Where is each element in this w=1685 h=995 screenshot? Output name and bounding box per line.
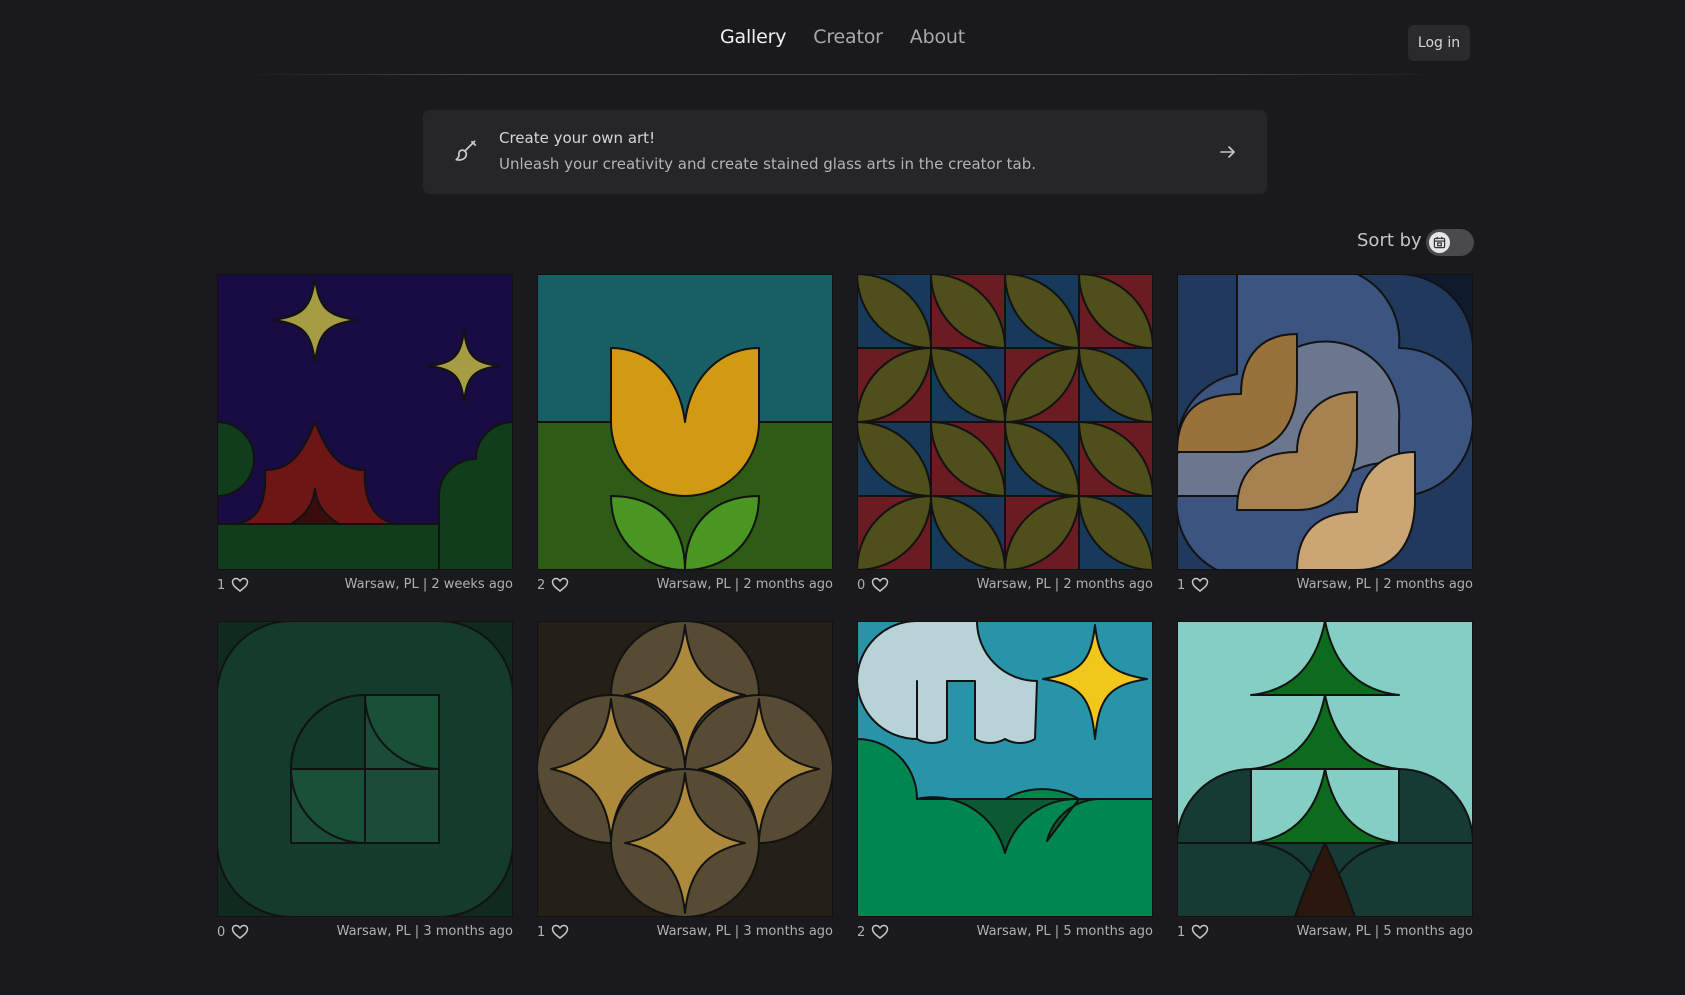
- sort-toggle[interactable]: [1426, 229, 1474, 256]
- card-meta: 1 Warsaw, PL | 2 weeks ago: [217, 575, 513, 595]
- location-date: Warsaw, PL | 5 months ago: [1296, 924, 1473, 939]
- artwork-pine-tree[interactable]: [1177, 621, 1473, 917]
- artwork-sky-star[interactable]: [857, 621, 1153, 917]
- artwork-gold-diamonds[interactable]: [537, 621, 833, 917]
- location-date: Warsaw, PL | 2 months ago: [976, 577, 1153, 592]
- location-date: Warsaw, PL | 2 months ago: [656, 577, 833, 592]
- heart-icon[interactable]: [1191, 924, 1209, 940]
- artwork-tulip[interactable]: [537, 274, 833, 570]
- login-button[interactable]: Log in: [1408, 25, 1470, 61]
- like-count: 1: [217, 577, 226, 593]
- nav-gallery-link[interactable]: Gallery: [720, 26, 786, 56]
- like-count: 0: [857, 577, 866, 593]
- like-count: 1: [537, 924, 546, 940]
- card-meta: 1 Warsaw, PL | 2 months ago: [1177, 575, 1473, 595]
- arrow-right-icon: [1220, 146, 1235, 158]
- location-date: Warsaw, PL | 2 months ago: [1296, 577, 1473, 592]
- card-meta: 0 Warsaw, PL | 3 months ago: [217, 922, 513, 942]
- gallery-card: 2 Warsaw, PL | 5 months ago: [857, 621, 1153, 942]
- likes: 2: [857, 924, 889, 940]
- card-meta: 0 Warsaw, PL | 2 months ago: [857, 575, 1153, 595]
- likes: 1: [537, 924, 569, 940]
- likes: 1: [1177, 577, 1209, 593]
- artwork-night-stars[interactable]: [217, 274, 513, 570]
- gallery-card: 1 Warsaw, PL | 3 months ago: [537, 621, 833, 942]
- gallery-card: 0 Warsaw, PL | 3 months ago: [217, 621, 513, 942]
- artwork-blue-waves[interactable]: [1177, 274, 1473, 570]
- likes: 0: [217, 924, 249, 940]
- sort-by-label: Sort by: [1357, 230, 1422, 251]
- calendar-icon: [1433, 236, 1446, 249]
- gallery-card: 0 Warsaw, PL | 2 months ago: [857, 274, 1153, 595]
- heart-icon[interactable]: [871, 577, 889, 593]
- likes: 1: [217, 577, 249, 593]
- heart-icon[interactable]: [551, 924, 569, 940]
- gallery-card: 1 Warsaw, PL | 2 months ago: [1177, 274, 1473, 595]
- banner-title: Create your own art!: [499, 129, 656, 147]
- card-meta: 1 Warsaw, PL | 3 months ago: [537, 922, 833, 942]
- like-count: 1: [1177, 924, 1186, 940]
- like-count: 0: [217, 924, 226, 940]
- heart-icon[interactable]: [551, 577, 569, 593]
- nav-creator-link[interactable]: Creator: [813, 26, 883, 56]
- location-date: Warsaw, PL | 2 weeks ago: [344, 577, 513, 592]
- gallery-card: 2 Warsaw, PL | 2 months ago: [537, 274, 833, 595]
- nav-about-link[interactable]: About: [910, 26, 965, 56]
- like-count: 2: [537, 577, 546, 593]
- likes: 1: [1177, 924, 1209, 940]
- banner-subtitle: Unleash your creativity and create stain…: [499, 155, 1037, 173]
- card-meta: 1 Warsaw, PL | 5 months ago: [1177, 922, 1473, 942]
- heart-icon[interactable]: [231, 924, 249, 940]
- likes: 2: [537, 577, 569, 593]
- location-date: Warsaw, PL | 3 months ago: [336, 924, 513, 939]
- gallery-card: 1 Warsaw, PL | 2 weeks ago: [217, 274, 513, 595]
- like-count: 1: [1177, 577, 1186, 593]
- location-date: Warsaw, PL | 5 months ago: [976, 924, 1153, 939]
- like-count: 2: [857, 924, 866, 940]
- card-meta: 2 Warsaw, PL | 5 months ago: [857, 922, 1153, 942]
- heart-icon[interactable]: [1191, 577, 1209, 593]
- card-meta: 2 Warsaw, PL | 2 months ago: [537, 575, 833, 595]
- gallery-card: 1 Warsaw, PL | 5 months ago: [1177, 621, 1473, 942]
- artwork-petal-grid[interactable]: [857, 274, 1153, 570]
- header-divider: [242, 74, 1442, 75]
- heart-icon[interactable]: [871, 924, 889, 940]
- location-date: Warsaw, PL | 3 months ago: [656, 924, 833, 939]
- heart-icon[interactable]: [231, 577, 249, 593]
- sort-toggle-knob: [1429, 232, 1450, 253]
- artwork-green-squares[interactable]: [217, 621, 513, 917]
- likes: 0: [857, 577, 889, 593]
- paintbrush-icon: [455, 140, 477, 161]
- create-art-banner[interactable]: Create your own art! Unleash your creati…: [423, 110, 1267, 194]
